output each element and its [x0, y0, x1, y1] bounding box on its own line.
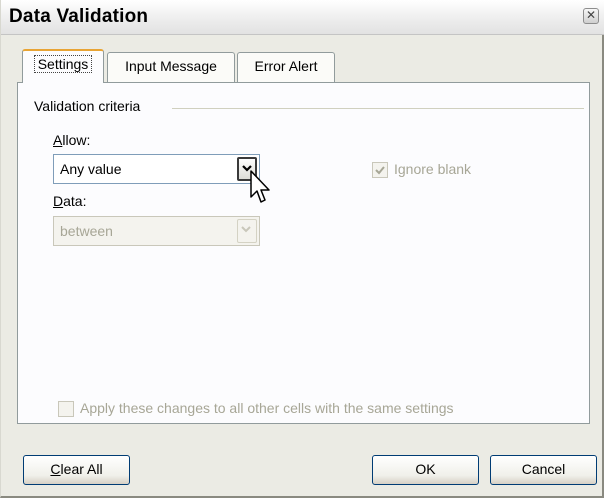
ignore-blank-label: Ignore blank	[394, 161, 472, 177]
cancel-button[interactable]: Cancel	[490, 455, 597, 485]
allow-label: Allow:	[53, 132, 91, 148]
ok-button[interactable]: OK	[372, 455, 479, 485]
mouse-pointer-icon	[250, 170, 270, 203]
allow-select[interactable]: Any value	[53, 154, 260, 184]
dialog-title: Data Validation	[9, 6, 149, 27]
apply-all-checkbox[interactable]	[58, 401, 74, 417]
data-label: Data:	[53, 193, 87, 209]
clear-all-button[interactable]: Clear All	[23, 455, 130, 485]
allow-select-value: Any value	[60, 161, 122, 177]
clear-all-label: Clear All	[50, 461, 103, 477]
tab-settings-label: Settings	[33, 55, 93, 73]
apply-all-label: Apply these changes to all other cells w…	[80, 400, 454, 416]
settings-panel	[17, 82, 590, 424]
tab-error-alert-label: Error Alert	[254, 58, 318, 74]
section-divider	[172, 108, 584, 109]
tab-input-message-label: Input Message	[125, 58, 217, 74]
section-title: Validation criteria	[34, 98, 141, 114]
data-validation-dialog: Data Validation ✕ Settings Input Message…	[0, 0, 604, 498]
ignore-blank-checkbox[interactable]	[372, 162, 388, 178]
tab-error-alert[interactable]: Error Alert	[237, 52, 335, 82]
close-button[interactable]: ✕	[583, 8, 599, 24]
ok-label: OK	[415, 461, 436, 477]
data-dropdown-button[interactable]	[237, 219, 257, 243]
data-select[interactable]: between	[53, 216, 260, 246]
checkmark-icon	[375, 166, 385, 175]
title-bar[interactable]: Data Validation ✕	[1, 0, 604, 35]
data-select-value: between	[60, 223, 113, 239]
cancel-label: Cancel	[521, 461, 566, 477]
tab-input-message[interactable]: Input Message	[107, 52, 235, 82]
close-icon: ✕	[585, 8, 597, 22]
chevron-down-icon	[241, 226, 251, 233]
tab-settings[interactable]: Settings	[22, 49, 104, 83]
